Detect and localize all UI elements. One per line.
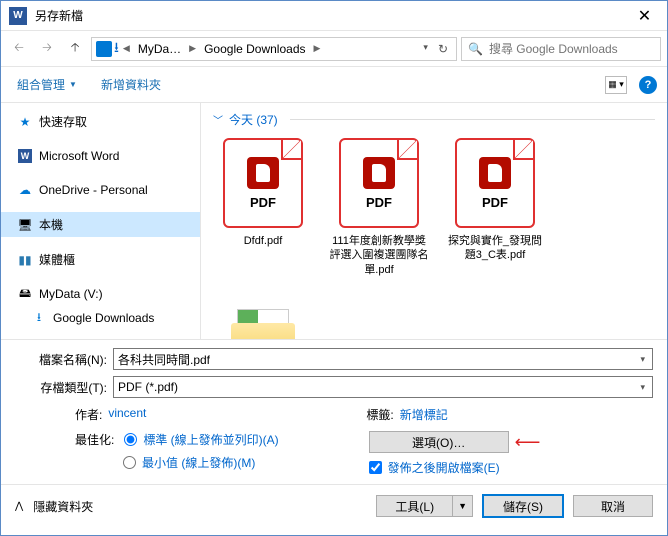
file-item[interactable]: PDF 探究與實作_發現問題3_C表.pdf <box>445 138 545 277</box>
file-name: Dfdf.pdf <box>213 234 313 248</box>
organize-button[interactable]: 組合管理▼ <box>11 72 83 97</box>
open-after-checkbox[interactable] <box>369 461 382 474</box>
annotation-arrow: ⟵ <box>515 432 541 453</box>
group-header[interactable]: ﹀ 今天 (37) <box>213 111 655 128</box>
sidebar-item-drive[interactable]: 🖴MyData (V:) <box>1 282 200 306</box>
folder-thumb <box>223 293 303 339</box>
chevron-down-icon: ▼ <box>69 80 77 89</box>
chevron-down-icon[interactable]: ▾ <box>637 382 648 393</box>
filename-input[interactable]: ▾ <box>113 348 653 370</box>
optimize-standard-label[interactable]: 標準 (線上發佈並列印)(A) <box>143 431 278 448</box>
file-item[interactable]: PDF Dfdf.pdf <box>213 138 313 277</box>
pdf-thumb: PDF <box>223 138 303 228</box>
sidebar-item-google-downloads[interactable]: ⭳Google Downloads <box>1 306 200 330</box>
new-folder-button[interactable]: 新增資料夾 <box>95 72 167 97</box>
word-icon: W <box>17 148 33 164</box>
drive-icon: 🖴 <box>17 286 33 302</box>
star-icon: ★ <box>17 114 33 130</box>
tag-label: 標籤: <box>366 406 393 423</box>
optimize-min-radio[interactable] <box>123 456 136 469</box>
author-label: 作者: <box>75 406 102 423</box>
view-button[interactable]: ▦ ▾ <box>605 76 627 94</box>
optimize-label: 最佳化: <box>75 431 114 448</box>
search-icon: 🔍 <box>468 42 483 56</box>
chevron-right-icon[interactable]: ▶ <box>312 43 323 54</box>
file-name: 探究與實作_發現問題3_C表.pdf <box>445 234 545 263</box>
chevron-down-icon: ﹀ <box>213 112 223 127</box>
file-item[interactable]: PDF 111年度創新教學獎評選入圍複選團隊名單.pdf <box>329 138 429 277</box>
acrobat-icon <box>363 157 395 189</box>
sidebar-item-libraries[interactable]: ▮▮媒體櫃 <box>1 247 200 272</box>
optimize-min-label[interactable]: 最小值 (線上發佈)(M) <box>142 454 255 471</box>
app-icon: W <box>9 7 27 25</box>
cancel-button[interactable]: 取消 <box>573 495 653 517</box>
drive-icon <box>96 41 112 57</box>
window-title: 另存新檔 <box>35 7 622 24</box>
library-icon: ▮▮ <box>17 252 33 268</box>
cloud-icon: ☁ <box>17 182 33 198</box>
sidebar-item-quick-access[interactable]: ★快速存取 <box>1 109 200 134</box>
search-field[interactable] <box>489 42 654 56</box>
sidebar-item-onedrive[interactable]: ☁OneDrive - Personal <box>1 178 200 202</box>
sidebar-item-this-pc[interactable]: 🖥本機 <box>1 212 200 237</box>
up-button[interactable]: 🡡 <box>63 37 87 61</box>
expand-icon[interactable]: ⋀ <box>15 501 23 512</box>
filetype-label: 存檔類型(T): <box>15 379 107 396</box>
pc-icon: 🖥 <box>17 217 33 233</box>
filename-label: 檔案名稱(N): <box>15 351 107 368</box>
chevron-down-icon: ▼ <box>452 495 473 517</box>
author-value[interactable]: vincent <box>108 406 146 423</box>
folder-item[interactable]: Earth Day <box>213 293 313 339</box>
optimize-standard-radio[interactable] <box>124 433 137 446</box>
breadcrumb-part[interactable]: Google Downloads <box>200 40 309 58</box>
chevron-down-icon[interactable]: ▾ <box>637 354 648 365</box>
filetype-select[interactable]: ▾ <box>113 376 653 398</box>
pdf-thumb: PDF <box>455 138 535 228</box>
file-list[interactable]: ﹀ 今天 (37) PDF Dfdf.pdf PDF 111年度創新教學獎評選入… <box>201 103 667 339</box>
sidebar: ★快速存取 WMicrosoft Word ☁OneDrive - Person… <box>1 103 201 339</box>
sidebar-item-word[interactable]: WMicrosoft Word <box>1 144 200 168</box>
forward-button: 🡢 <box>35 37 59 61</box>
back-button[interactable]: 🡠 <box>7 37 31 61</box>
download-icon: ⭳ <box>114 37 119 61</box>
refresh-button[interactable]: ↻ <box>438 42 448 56</box>
chevron-left-icon[interactable]: ◀ <box>121 43 132 54</box>
history-dropdown[interactable]: ▾ <box>423 42 428 56</box>
options-button[interactable]: 選項(O)… <box>369 431 509 453</box>
breadcrumb[interactable]: ⭳ ◀ MyDa… ▶ Google Downloads ▶ ▾ ↻ <box>91 37 457 61</box>
chevron-right-icon[interactable]: ▶ <box>187 43 198 54</box>
close-button[interactable]: ✕ <box>622 1 667 31</box>
acrobat-icon <box>247 157 279 189</box>
tag-value[interactable]: 新增標記 <box>400 406 448 423</box>
save-button[interactable]: 儲存(S) <box>483 495 563 517</box>
search-input[interactable]: 🔍 <box>461 37 661 61</box>
group-label: 今天 (37) <box>229 111 278 128</box>
pdf-thumb: PDF <box>339 138 419 228</box>
hide-folders-button[interactable]: 隱藏資料夾 <box>33 498 93 515</box>
breadcrumb-part[interactable]: MyDa… <box>134 40 185 58</box>
download-icon: ⭳ <box>31 310 47 326</box>
file-name: 111年度創新教學獎評選入圍複選團隊名單.pdf <box>329 234 429 277</box>
help-button[interactable]: ? <box>639 76 657 94</box>
tools-button[interactable]: 工具(L)▼ <box>376 495 473 517</box>
open-after-label[interactable]: 發佈之後開啟檔案(E) <box>388 459 500 476</box>
acrobat-icon <box>479 157 511 189</box>
